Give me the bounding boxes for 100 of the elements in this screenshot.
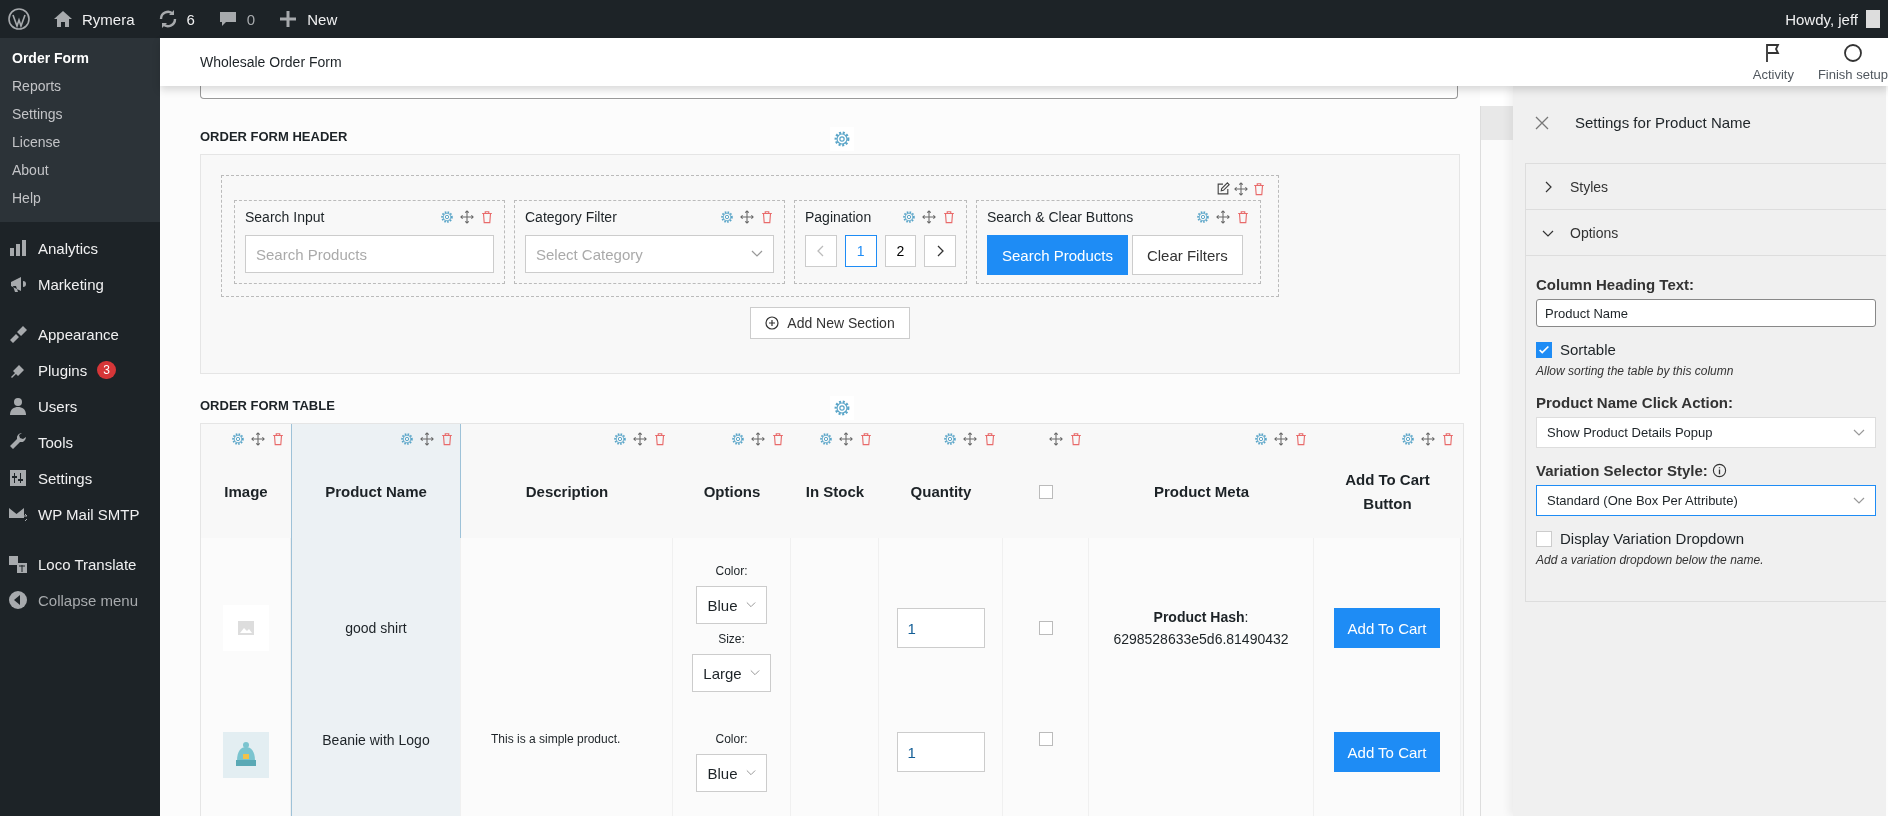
submenu-item[interactable]: Settings — [0, 100, 160, 128]
submenu-item[interactable]: Reports — [0, 72, 160, 100]
column-header[interactable]: Image — [201, 424, 291, 538]
menu-item[interactable]: WP Mail SMTP — [38, 505, 140, 523]
column-header[interactable]: Product Meta — [1089, 424, 1314, 538]
menu-item[interactable]: Loco Translate — [38, 555, 137, 573]
checkbox[interactable] — [1536, 530, 1552, 547]
menu-icon[interactable] — [8, 274, 28, 294]
collapse-menu-link[interactable]: Collapse menu — [38, 591, 139, 609]
menu-icon[interactable] — [8, 468, 28, 488]
comments-count[interactable]: 0 — [246, 10, 256, 28]
delete-icon[interactable] — [942, 210, 956, 224]
add-section-button[interactable]: Add New Section — [750, 307, 910, 339]
menu-icon[interactable] — [8, 324, 28, 344]
move-icon[interactable] — [251, 432, 265, 446]
header-action[interactable]: Activity — [1752, 42, 1794, 82]
wordpress-logo-icon[interactable] — [8, 8, 30, 30]
column-header[interactable]: Description — [461, 424, 673, 538]
quantity-field[interactable]: 1 — [896, 732, 985, 772]
menu-item[interactable]: Tools — [38, 433, 74, 451]
menu-item[interactable]: Users — [38, 397, 78, 415]
accordion-header[interactable]: Options — [1526, 210, 1886, 256]
column-header[interactable]: In Stock — [791, 424, 879, 538]
collapse-icon[interactable] — [8, 590, 28, 610]
home-icon[interactable] — [52, 8, 74, 30]
move-icon[interactable] — [1274, 432, 1288, 446]
settings-icon[interactable] — [902, 210, 916, 224]
settings-icon[interactable] — [819, 432, 833, 446]
delete-icon[interactable] — [440, 432, 454, 446]
option-dropdown[interactable]: Blue — [696, 754, 767, 792]
column-header[interactable]: Product Name — [291, 424, 461, 538]
menu-icon[interactable] — [8, 238, 28, 258]
move-icon[interactable] — [922, 210, 936, 224]
move-icon[interactable] — [420, 432, 434, 446]
delete-icon[interactable] — [1236, 210, 1250, 224]
menu-item[interactable]: Marketing — [38, 275, 104, 293]
menu-item[interactable]: Appearance — [38, 325, 119, 343]
move-icon[interactable] — [1421, 432, 1435, 446]
delete-icon[interactable] — [271, 432, 285, 446]
move-icon[interactable] — [839, 432, 853, 446]
settings-icon[interactable] — [231, 432, 245, 446]
accordion-header[interactable]: Styles — [1526, 164, 1886, 210]
settings-icon[interactable] — [1196, 210, 1210, 224]
heading-text-field[interactable]: Product Name — [1536, 299, 1876, 327]
submenu-item[interactable]: License — [0, 128, 160, 156]
option-dropdown[interactable]: Large — [692, 654, 771, 692]
updates-count[interactable]: 6 — [186, 10, 195, 28]
checkbox-label[interactable]: Display Variation Dropdown — [1560, 530, 1744, 547]
delete-icon[interactable] — [859, 432, 873, 446]
settings-icon[interactable] — [833, 399, 851, 417]
row-checkbox[interactable] — [1038, 621, 1053, 635]
delete-icon[interactable] — [480, 210, 494, 224]
delete-icon[interactable] — [1069, 432, 1083, 446]
move-icon[interactable] — [1234, 182, 1248, 196]
settings-dropdown[interactable]: Show Product Details Popup — [1536, 417, 1876, 448]
move-icon[interactable] — [751, 432, 765, 446]
delete-icon[interactable] — [760, 210, 774, 224]
menu-item[interactable]: Plugins — [38, 361, 88, 379]
move-icon[interactable] — [740, 210, 754, 224]
move-icon[interactable] — [1216, 210, 1230, 224]
greeting-link[interactable]: Howdy, jeff — [1785, 10, 1858, 28]
close-icon[interactable] — [1535, 115, 1549, 130]
clear-button[interactable]: Clear Filters — [1131, 235, 1243, 275]
title-field[interactable] — [200, 86, 1458, 99]
settings-icon[interactable] — [400, 432, 414, 446]
settings-icon[interactable] — [440, 210, 454, 224]
page-button[interactable]: 2 — [884, 235, 917, 267]
menu-item[interactable]: Settings — [38, 469, 93, 487]
menu-icon[interactable] — [8, 396, 28, 416]
info-icon[interactable] — [1711, 463, 1727, 478]
menu-icon[interactable] — [8, 432, 28, 452]
delete-icon[interactable] — [983, 432, 997, 446]
settings-icon[interactable] — [1401, 432, 1415, 446]
settings-icon[interactable] — [833, 130, 851, 148]
submenu-item[interactable]: Order Form — [0, 44, 160, 72]
submenu-item[interactable]: About — [0, 156, 160, 184]
column-header[interactable]: Options — [673, 424, 791, 538]
delete-icon[interactable] — [771, 432, 785, 446]
checkbox-label[interactable]: Sortable — [1560, 341, 1616, 358]
move-icon[interactable] — [460, 210, 474, 224]
delete-icon[interactable] — [1441, 432, 1455, 446]
delete-icon[interactable] — [1294, 432, 1308, 446]
column-header[interactable]: Add To Cart Button — [1314, 424, 1461, 538]
column-header[interactable]: Quantity — [879, 424, 1003, 538]
move-icon[interactable] — [963, 432, 977, 446]
checkbox[interactable] — [1536, 341, 1552, 358]
delete-icon[interactable] — [653, 432, 667, 446]
select-all-checkbox[interactable] — [1039, 485, 1053, 499]
site-name-link[interactable]: Rymera — [82, 10, 135, 28]
edit-icon[interactable] — [1216, 182, 1230, 196]
move-icon[interactable] — [633, 432, 647, 446]
previous-page-button[interactable] — [805, 235, 837, 267]
settings-icon[interactable] — [613, 432, 627, 446]
header-action[interactable]: Finish setup — [1817, 42, 1888, 82]
next-page-button[interactable] — [924, 235, 956, 267]
menu-icon[interactable] — [8, 554, 28, 574]
settings-icon[interactable] — [720, 210, 734, 224]
move-icon[interactable] — [1049, 432, 1063, 446]
settings-dropdown[interactable]: Standard (One Box Per Attribute) — [1536, 485, 1876, 516]
menu-item[interactable]: Analytics — [38, 239, 99, 257]
